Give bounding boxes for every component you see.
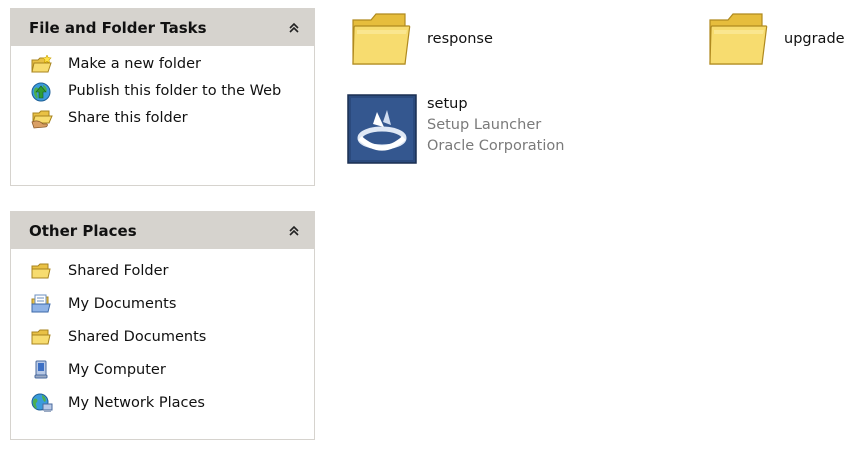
task-label: Make a new folder [68, 56, 201, 72]
file-description: Setup Launcher [427, 117, 542, 133]
publish-web-icon [31, 81, 53, 102]
share-folder-icon [31, 108, 53, 129]
other-places-pane: Other Places Shared Folder My Documents … [10, 211, 315, 440]
file-name: response [427, 31, 493, 47]
folder-upgrade[interactable]: upgrade [706, 6, 845, 70]
file-name: setup [427, 96, 468, 112]
pane-title: File and Folder Tasks [29, 18, 207, 37]
folder-icon [31, 260, 53, 281]
collapse-chevron-icon[interactable] [286, 223, 302, 239]
folder-icon [31, 326, 53, 347]
place-my-computer[interactable]: My Computer [31, 359, 302, 380]
place-label: My Documents [68, 295, 177, 312]
new-folder-icon [31, 54, 53, 75]
folder-response[interactable]: response [349, 6, 493, 70]
publish-to-web-link[interactable]: Publish this folder to the Web [31, 81, 302, 102]
place-shared-documents[interactable]: Shared Documents [31, 326, 302, 347]
place-label: My Computer [68, 361, 166, 378]
file-folder-tasks-header[interactable]: File and Folder Tasks [11, 9, 314, 46]
place-label: Shared Documents [68, 328, 207, 345]
task-label: Publish this folder to the Web [68, 83, 282, 99]
file-company: Oracle Corporation [427, 138, 565, 154]
network-places-icon [31, 392, 53, 413]
place-shared-folder[interactable]: Shared Folder [31, 260, 302, 281]
place-label: Shared Folder [68, 262, 169, 279]
file-info: setup Setup Launcher Oracle Corporation [427, 94, 564, 157]
my-computer-icon [31, 359, 53, 380]
make-new-folder-link[interactable]: Make a new folder [31, 54, 302, 75]
file-name: upgrade [784, 31, 845, 47]
file-setup[interactable]: setup Setup Launcher Oracle Corporation [347, 94, 564, 164]
setup-launcher-icon [347, 94, 417, 164]
place-my-network-places[interactable]: My Network Places [31, 392, 302, 413]
file-folder-tasks-pane: File and Folder Tasks Make a new folder [10, 8, 315, 186]
place-my-documents[interactable]: My Documents [31, 293, 302, 314]
my-documents-icon [31, 293, 53, 314]
task-label: Share this folder [68, 110, 188, 126]
pane-title: Other Places [29, 221, 137, 240]
folder-icon [349, 6, 413, 70]
folder-icon [706, 6, 770, 70]
share-folder-link[interactable]: Share this folder [31, 108, 302, 129]
other-places-header[interactable]: Other Places [11, 212, 314, 249]
collapse-chevron-icon[interactable] [286, 20, 302, 36]
place-label: My Network Places [68, 394, 205, 411]
